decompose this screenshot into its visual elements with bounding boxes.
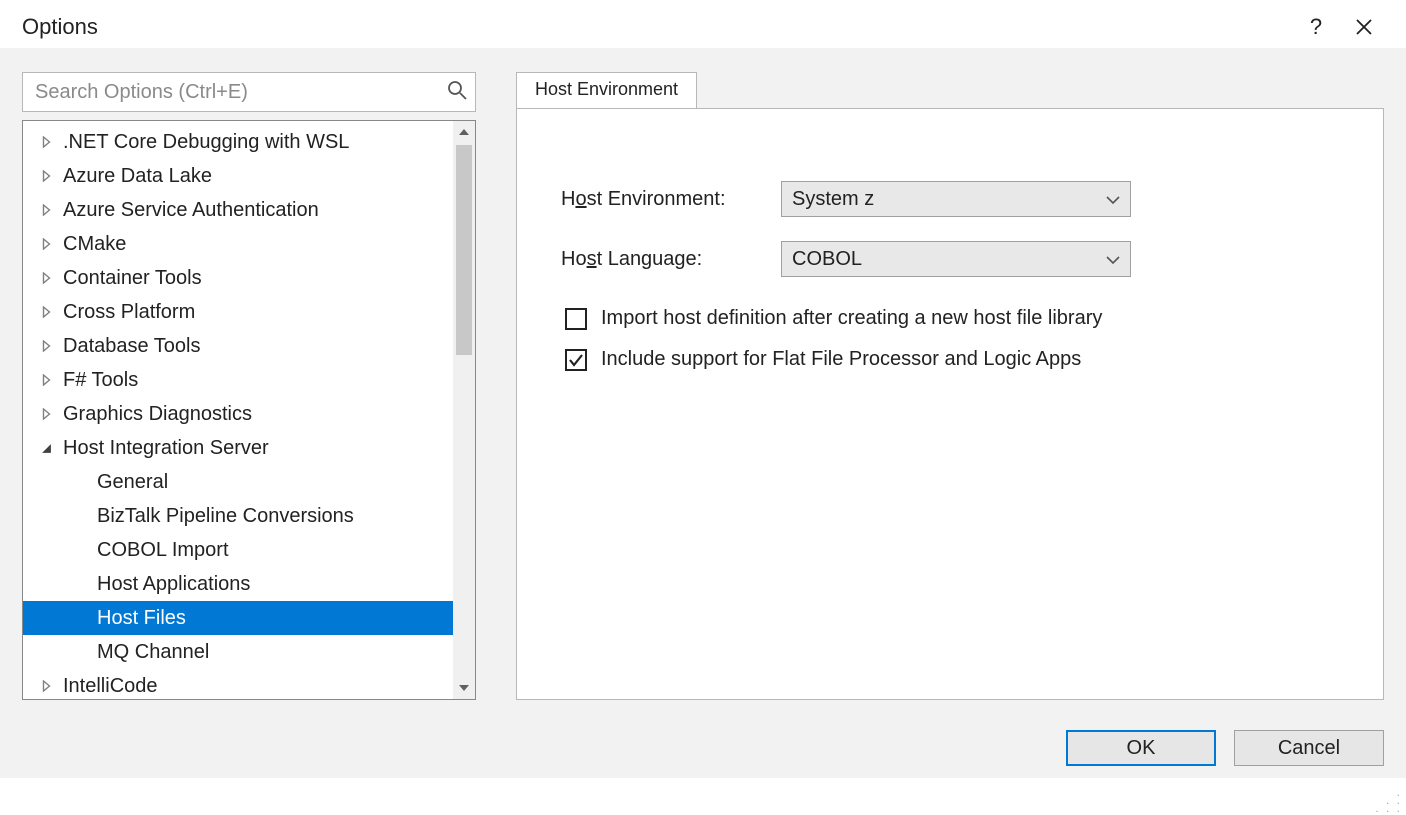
tree-item[interactable]: Host Integration Server xyxy=(23,431,453,465)
tree-item[interactable]: IntelliCode xyxy=(23,669,453,699)
arrow-collapsed-icon[interactable] xyxy=(35,272,57,284)
arrow-collapsed-icon[interactable] xyxy=(35,340,57,352)
tree-item-label: BizTalk Pipeline Conversions xyxy=(97,505,354,528)
tree-item[interactable]: Host Files xyxy=(23,601,453,635)
tree-item-label: Host Integration Server xyxy=(63,437,269,460)
tree-item[interactable]: F# Tools xyxy=(23,363,453,397)
tree-item-label: CMake xyxy=(63,233,126,256)
tree-item[interactable]: Database Tools xyxy=(23,329,453,363)
search-box[interactable] xyxy=(22,72,476,112)
window-title: Options xyxy=(22,14,98,40)
search-input[interactable] xyxy=(33,80,447,105)
tree-item[interactable]: Container Tools xyxy=(23,261,453,295)
tree-item[interactable]: COBOL Import xyxy=(23,533,453,567)
arrow-collapsed-icon[interactable] xyxy=(35,680,57,692)
arrow-collapsed-icon[interactable] xyxy=(35,238,57,250)
options-tree[interactable]: .NET Core Debugging with WSL Azure Data L… xyxy=(23,121,453,699)
host-environment-combo[interactable]: System z xyxy=(781,181,1131,217)
title-bar: Options ? xyxy=(0,0,1406,48)
host-environment-label: Host Environment: xyxy=(561,188,781,211)
tree-item[interactable]: Host Applications xyxy=(23,567,453,601)
scroll-thumb[interactable] xyxy=(456,145,472,355)
arrow-collapsed-icon[interactable] xyxy=(35,136,57,148)
tree-item-label: Azure Service Authentication xyxy=(63,199,319,222)
cancel-button[interactable]: Cancel xyxy=(1234,730,1384,766)
tree-item[interactable]: Azure Data Lake xyxy=(23,159,453,193)
tree-item[interactable]: .NET Core Debugging with WSL xyxy=(23,125,453,159)
check-icon xyxy=(568,352,584,368)
arrow-collapsed-icon[interactable] xyxy=(35,204,57,216)
tree-item[interactable]: Graphics Diagnostics xyxy=(23,397,453,431)
tree-scrollbar[interactable] xyxy=(453,121,475,699)
arrow-collapsed-icon[interactable] xyxy=(35,306,57,318)
tree-item-label: F# Tools xyxy=(63,369,138,392)
host-language-combo[interactable]: COBOL xyxy=(781,241,1131,277)
arrow-collapsed-icon[interactable] xyxy=(35,408,57,420)
host-environment-value: System z xyxy=(792,188,874,211)
tab-host-environment[interactable]: Host Environment xyxy=(516,72,697,108)
search-icon xyxy=(447,80,467,105)
chevron-down-icon xyxy=(1106,188,1120,211)
scroll-down-button[interactable] xyxy=(453,677,475,699)
tree-item-label: .NET Core Debugging with WSL xyxy=(63,131,349,154)
tree-item-label: Host Files xyxy=(97,607,186,630)
tree-item-label: General xyxy=(97,471,168,494)
tree-item[interactable]: Cross Platform xyxy=(23,295,453,329)
tree-item[interactable]: BizTalk Pipeline Conversions xyxy=(23,499,453,533)
tree-item-label: Host Applications xyxy=(97,573,250,596)
tree-item[interactable]: CMake xyxy=(23,227,453,261)
help-button[interactable]: ? xyxy=(1292,7,1340,47)
arrow-expanded-icon[interactable] xyxy=(35,443,57,454)
tree-item-label: IntelliCode xyxy=(63,675,158,698)
tree-item-label: Container Tools xyxy=(63,267,202,290)
scroll-up-button[interactable] xyxy=(453,121,475,143)
chevron-up-icon xyxy=(459,128,469,136)
tree-item-label: Cross Platform xyxy=(63,301,195,324)
import-checkbox[interactable] xyxy=(565,308,587,330)
host-language-label: Host Language: xyxy=(561,248,781,271)
close-icon xyxy=(1355,18,1373,36)
host-language-value: COBOL xyxy=(792,248,862,271)
tree-item-label: Azure Data Lake xyxy=(63,165,212,188)
chevron-down-icon xyxy=(459,684,469,692)
close-button[interactable] xyxy=(1340,7,1388,47)
options-page: Host Environment: System z Host Language… xyxy=(516,108,1384,700)
tree-item-label: Graphics Diagnostics xyxy=(63,403,252,426)
resize-grip-icon[interactable]: .. .. . . xyxy=(1375,788,1402,812)
chevron-down-icon xyxy=(1106,248,1120,271)
arrow-collapsed-icon[interactable] xyxy=(35,170,57,182)
scroll-track[interactable] xyxy=(453,143,475,677)
flatfile-checkbox-label: Include support for Flat File Processor … xyxy=(601,348,1081,371)
tree-item[interactable]: MQ Channel xyxy=(23,635,453,669)
tree-item-label: MQ Channel xyxy=(97,641,209,664)
tree-item[interactable]: Azure Service Authentication xyxy=(23,193,453,227)
tree-item[interactable]: General xyxy=(23,465,453,499)
flatfile-checkbox[interactable] xyxy=(565,349,587,371)
import-checkbox-label: Import host definition after creating a … xyxy=(601,307,1102,330)
arrow-collapsed-icon[interactable] xyxy=(35,374,57,386)
ok-button[interactable]: OK xyxy=(1066,730,1216,766)
tree-item-label: Database Tools xyxy=(63,335,201,358)
tree-item-label: COBOL Import xyxy=(97,539,229,562)
